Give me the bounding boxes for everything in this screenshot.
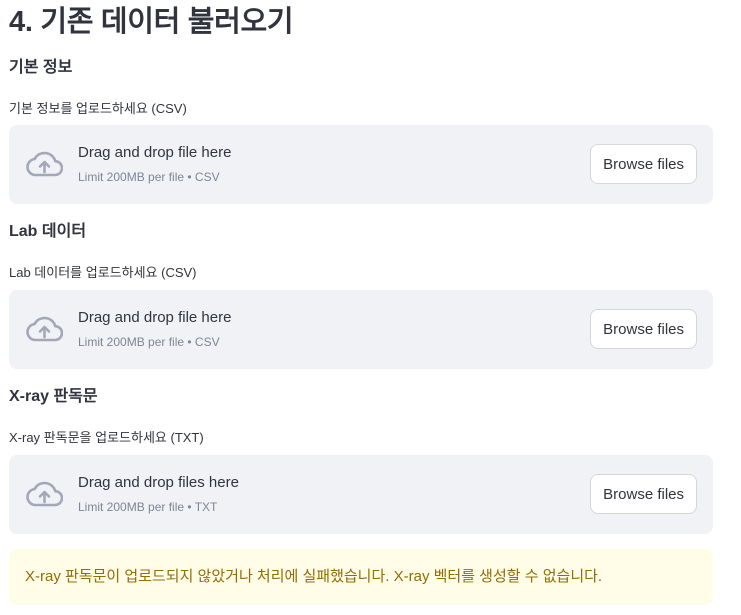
browse-files-button[interactable]: Browse files	[590, 144, 697, 184]
dropzone-main-text: Drag and drop file here	[78, 309, 232, 326]
warning-text: X-ray 판독문이 업로드되지 않았거나 처리에 실패했습니다. X-ray …	[25, 568, 603, 585]
dropzone-instructions: Drag and drop files here Limit 200MB per…	[78, 473, 239, 515]
section-heading-xray-report: X-ray 판독문	[9, 388, 98, 405]
browse-files-button[interactable]: Browse files	[590, 309, 697, 349]
uploader-label-basic-info: 기본 정보를 업로드하세요 (CSV)	[9, 101, 187, 116]
cloud-upload-icon	[26, 151, 63, 177]
dropzone-limit-text: Limit 200MB per file • TXT	[78, 500, 218, 514]
warning-alert: X-ray 판독문이 업로드되지 않았거나 처리에 실패했습니다. X-ray …	[9, 549, 713, 605]
cloud-upload-icon	[26, 481, 63, 507]
file-dropzone-lab-data[interactable]: Drag and drop file here Limit 200MB per …	[9, 290, 713, 369]
file-dropzone-basic-info[interactable]: Drag and drop file here Limit 200MB per …	[9, 125, 713, 204]
cloud-upload-icon	[26, 316, 63, 342]
dropzone-limit-text: Limit 200MB per file • CSV	[78, 335, 220, 349]
dropzone-main-text: Drag and drop files here	[78, 474, 239, 491]
dropzone-main-text: Drag and drop file here	[78, 144, 232, 161]
dropzone-instructions: Drag and drop file here Limit 200MB per …	[78, 143, 231, 185]
page-title: 4. 기존 데이터 불러오기	[9, 6, 294, 38]
uploader-label-lab-data: Lab 데이터를 업로드하세요 (CSV)	[9, 265, 197, 280]
section-heading-lab-data: Lab 데이터	[9, 223, 87, 240]
page: 4. 기존 데이터 불러오기 기본 정보 기본 정보를 업로드하세요 (CSV)…	[0, 0, 741, 615]
browse-files-button[interactable]: Browse files	[590, 474, 697, 514]
file-dropzone-xray-report[interactable]: Drag and drop files here Limit 200MB per…	[9, 455, 713, 534]
uploader-label-xray-report: X-ray 판독문을 업로드하세요 (TXT)	[9, 430, 204, 445]
dropzone-instructions: Drag and drop file here Limit 200MB per …	[78, 308, 231, 350]
dropzone-limit-text: Limit 200MB per file • CSV	[78, 170, 220, 184]
section-heading-basic-info: 기본 정보	[9, 59, 73, 76]
